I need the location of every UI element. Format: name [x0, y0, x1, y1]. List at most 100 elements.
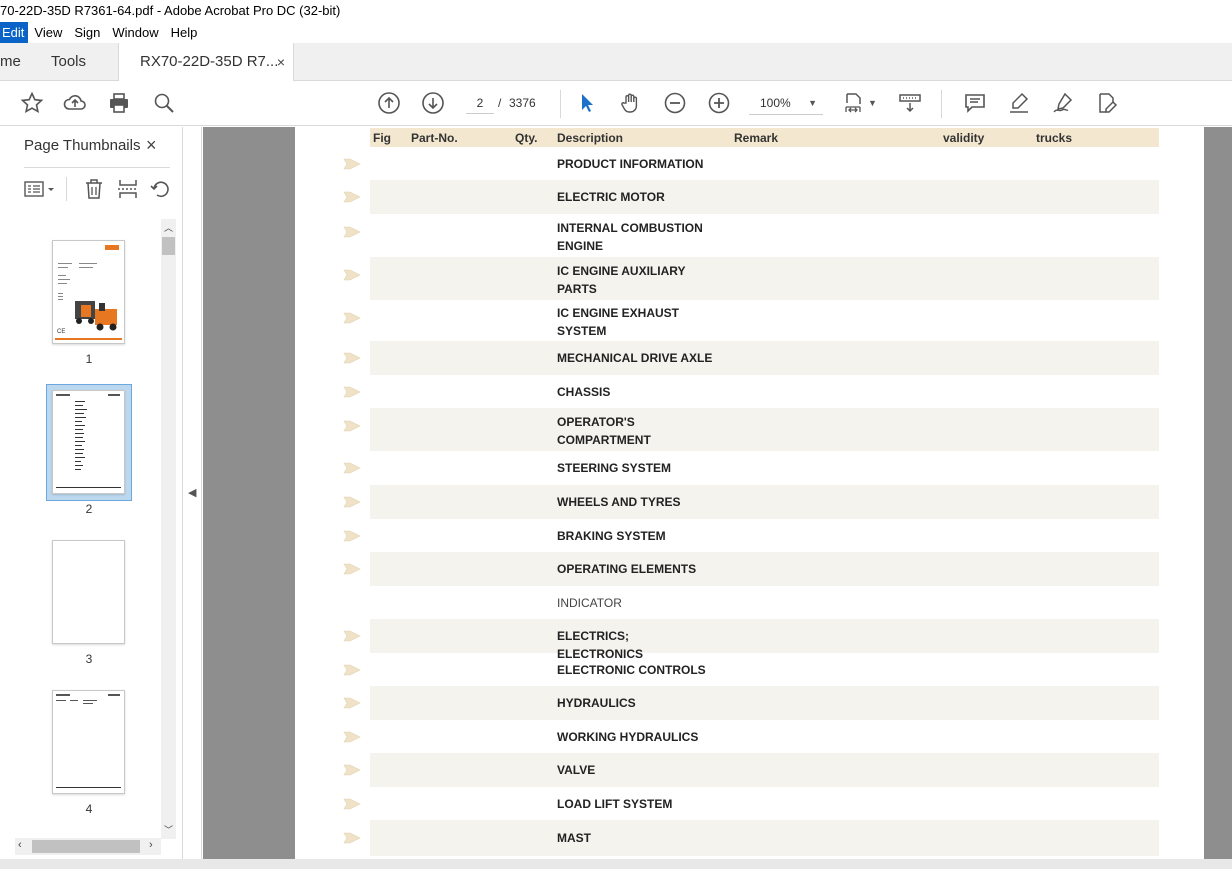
fit-page-icon[interactable]: [842, 90, 868, 116]
menu-bar: Edit View Sign Window Help: [0, 22, 1232, 43]
expand-arrow-icon[interactable]: [343, 798, 361, 810]
tab-document[interactable]: RX70-22D-35D R7... ×: [118, 43, 294, 81]
sign-icon[interactable]: [1050, 90, 1076, 116]
options-icon[interactable]: [24, 177, 56, 206]
expand-arrow-icon[interactable]: [343, 386, 361, 398]
document-viewport[interactable]: Fig Part-No. Qty. Description Remark val…: [203, 127, 1232, 869]
page-down-icon[interactable]: [420, 90, 446, 116]
menu-view[interactable]: View: [28, 22, 68, 43]
thumbnail-label: 1: [85, 352, 93, 366]
zoom-in-icon[interactable]: [706, 90, 732, 116]
table-row[interactable]: VALVE: [343, 753, 1159, 787]
table-row[interactable]: ELECTRONIC CONTROLS: [343, 653, 1159, 686]
tab-close-icon[interactable]: ×: [277, 43, 285, 81]
thumbnail-vertical-scrollbar[interactable]: ︿ ﹀: [161, 219, 176, 839]
chevron-up-icon[interactable]: ︿: [164, 221, 173, 234]
thumbnail-label: 2: [85, 502, 93, 516]
chevron-down-icon[interactable]: ▼: [868, 98, 877, 108]
row-description: OPERATOR'S COMPARTMENT: [557, 415, 651, 447]
thumbnail-list[interactable]: CE 1 2 3 4: [15, 218, 177, 839]
toolbar-divider: [560, 90, 561, 118]
expand-arrow-icon[interactable]: [343, 530, 361, 542]
edit-pdf-icon[interactable]: [1094, 90, 1120, 116]
menu-help[interactable]: Help: [165, 22, 204, 43]
expand-arrow-icon[interactable]: [343, 158, 361, 170]
expand-arrow-icon[interactable]: [343, 312, 361, 324]
expand-arrow-icon[interactable]: [343, 664, 361, 676]
row-description: IC ENGINE EXHAUST SYSTEM: [557, 306, 680, 338]
scrollbar-thumb[interactable]: [162, 237, 175, 255]
expand-arrow-icon[interactable]: [343, 630, 361, 642]
table-row[interactable]: OPERATOR'S COMPARTMENT: [343, 408, 1159, 451]
table-row[interactable]: LOAD LIFT SYSTEM: [343, 787, 1159, 820]
close-icon[interactable]: ×: [146, 135, 157, 156]
table-row[interactable]: OPERATING ELEMENTS: [343, 552, 1159, 586]
chevron-down-icon[interactable]: ﹀: [164, 823, 173, 836]
table-row[interactable]: MAST: [343, 820, 1159, 856]
thumbnail-horizontal-scrollbar[interactable]: ‹ ›: [15, 838, 161, 855]
table-row[interactable]: IC ENGINE EXHAUST SYSTEM: [343, 300, 1159, 341]
extract-pages-icon[interactable]: [116, 177, 140, 206]
table-row[interactable]: IC ENGINE AUXILIARY PARTS: [343, 257, 1159, 300]
column-header-qty: Qty.: [515, 131, 538, 145]
expand-arrow-icon[interactable]: [343, 563, 361, 575]
page-number-input[interactable]: 2: [466, 92, 494, 114]
thumbnail-page-1[interactable]: CE: [52, 240, 125, 344]
table-row[interactable]: STEERING SYSTEM: [343, 451, 1159, 485]
search-zoom-icon[interactable]: [151, 90, 177, 116]
expand-arrow-icon[interactable]: [343, 832, 361, 844]
expand-arrow-icon[interactable]: [343, 420, 361, 432]
expand-arrow-icon[interactable]: [343, 226, 361, 238]
table-row[interactable]: INTERNAL COMBUSTION ENGINE: [343, 214, 1159, 257]
page-separator: /: [498, 96, 502, 110]
expand-arrow-icon[interactable]: [343, 764, 361, 776]
comment-icon[interactable]: [962, 90, 988, 116]
row-description: WORKING HYDRAULICS: [557, 730, 699, 744]
expand-arrow-icon[interactable]: [343, 269, 361, 281]
divider: [24, 167, 170, 168]
select-cursor-icon[interactable]: [574, 90, 600, 116]
table-row[interactable]: ELECTRICS; ELECTRONICS: [343, 619, 1159, 661]
tab-home[interactable]: me: [0, 43, 30, 81]
rotate-icon[interactable]: [148, 177, 172, 206]
table-row[interactable]: WORKING HYDRAULICS: [343, 720, 1159, 753]
menu-sign[interactable]: Sign: [68, 22, 106, 43]
print-icon[interactable]: [106, 90, 132, 116]
menu-window[interactable]: Window: [106, 22, 164, 43]
scroll-mode-icon[interactable]: [897, 90, 923, 116]
upload-icon[interactable]: [62, 90, 88, 116]
zoom-select[interactable]: 100% ▼: [749, 91, 823, 115]
expand-arrow-icon[interactable]: [343, 496, 361, 508]
table-row[interactable]: ELECTRIC MOTOR: [343, 180, 1159, 214]
tab-tools[interactable]: Tools: [51, 43, 86, 81]
table-row[interactable]: INDICATOR: [370, 586, 1159, 619]
table-row[interactable]: BRAKING SYSTEM: [343, 519, 1159, 552]
menu-edit[interactable]: Edit: [0, 22, 29, 43]
collapse-panel-icon[interactable]: ◀: [188, 486, 196, 499]
delete-icon[interactable]: [82, 177, 106, 206]
thumbnail-page-4[interactable]: [52, 690, 125, 794]
chevron-left-icon[interactable]: ‹: [18, 839, 22, 851]
expand-arrow-icon[interactable]: [343, 352, 361, 364]
row-description: MECHANICAL DRIVE AXLE: [557, 351, 713, 365]
expand-arrow-icon[interactable]: [343, 731, 361, 743]
hand-icon[interactable]: [618, 90, 644, 116]
star-icon[interactable]: [19, 90, 45, 116]
thumbnail-page-3[interactable]: [52, 540, 125, 644]
chevron-right-icon[interactable]: ›: [149, 839, 153, 851]
table-row[interactable]: PRODUCT INFORMATION: [343, 147, 1159, 180]
zoom-out-icon[interactable]: [662, 90, 688, 116]
tab-bar: me Tools RX70-22D-35D R7... ×: [0, 43, 1232, 81]
table-row[interactable]: CHASSIS: [343, 375, 1159, 408]
scrollbar-thumb[interactable]: [32, 840, 140, 853]
expand-arrow-icon[interactable]: [343, 697, 361, 709]
highlight-icon[interactable]: [1006, 90, 1032, 116]
expand-arrow-icon[interactable]: [343, 191, 361, 203]
row-description: IC ENGINE AUXILIARY PARTS: [557, 264, 686, 296]
expand-arrow-icon[interactable]: [343, 462, 361, 474]
table-row[interactable]: WHEELS AND TYRES: [343, 485, 1159, 519]
page-up-icon[interactable]: [376, 90, 402, 116]
table-row[interactable]: MECHANICAL DRIVE AXLE: [343, 341, 1159, 375]
table-row[interactable]: HYDRAULICS: [343, 686, 1159, 720]
thumbnail-page-2[interactable]: [52, 390, 125, 494]
